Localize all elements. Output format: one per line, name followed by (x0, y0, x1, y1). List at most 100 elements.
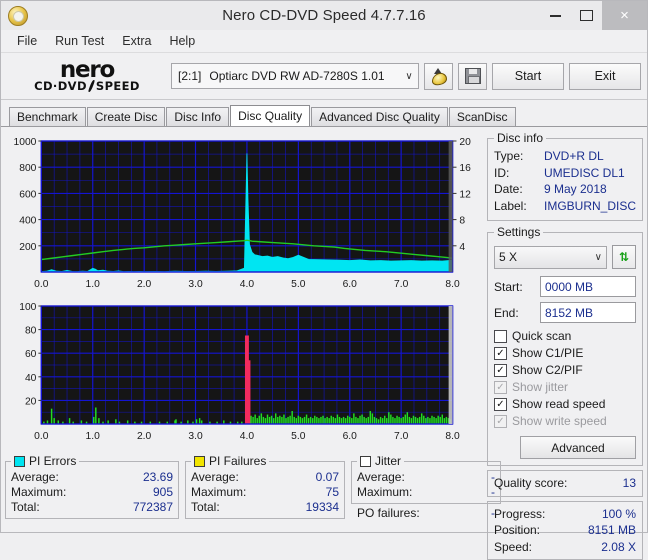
value: UMEDISC DL1 (544, 165, 625, 182)
disc-label-row: Label: IMGBURN_DISC (494, 198, 636, 215)
speed-row: 5 X ∨ ⇅ (494, 245, 636, 269)
menu-item-file[interactable]: File (8, 32, 46, 50)
value: 75 (326, 485, 339, 500)
pi-errors-legend: PI Errors (11, 454, 79, 468)
label: Average: (357, 470, 405, 485)
pi-errors-maximum-row: Maximum: 905 (11, 485, 173, 500)
minimize-button[interactable] (540, 1, 571, 30)
svg-text:100: 100 (19, 302, 36, 313)
advanced-button[interactable]: Advanced (520, 436, 636, 459)
window-controls: × (540, 1, 647, 30)
svg-text:60: 60 (25, 349, 37, 360)
disc-type-row: Type: DVD+R DL (494, 148, 636, 165)
jitter-stats: Jitter Average: - Maximum: - (351, 454, 501, 504)
exit-button[interactable]: Exit (569, 63, 641, 90)
svg-text:200: 200 (19, 242, 36, 253)
tab-disc-info[interactable]: Disc Info (166, 107, 229, 126)
svg-text:4: 4 (459, 242, 465, 253)
svg-text:800: 800 (19, 163, 36, 174)
pi-failures-stats: PI Failures Average: 0.07 Maximum: 75 To… (185, 454, 345, 519)
checkbox-show-c2-pif[interactable]: ✓ Show C2/PIF (494, 362, 636, 379)
logo-tagline-right: SPEED (96, 80, 140, 92)
label: Maximum: (11, 485, 66, 500)
label: ID: (494, 165, 544, 182)
svg-text:5.0: 5.0 (291, 279, 306, 290)
label: Show jitter (512, 379, 568, 396)
menu-item-help[interactable]: Help (160, 32, 204, 50)
pi-failures-plot: 204060801000.01.02.03.04.05.06.07.08.0 (5, 296, 483, 446)
tab-benchmark[interactable]: Benchmark (9, 107, 86, 126)
value: 9 May 2018 (544, 181, 607, 198)
svg-text:1000: 1000 (13, 137, 36, 148)
maximize-button[interactable] (571, 1, 602, 30)
menu-item-extra[interactable]: Extra (113, 32, 160, 50)
jitter-stats-wrap: Jitter Average: - Maximum: - PO failures… (351, 454, 501, 520)
checkbox-show-write-speed: ✓ Show write speed (494, 413, 636, 430)
start-button[interactable]: Start (492, 63, 564, 90)
pi-failures-maximum-row: Maximum: 75 (191, 485, 339, 500)
tab-advanced-disc-quality[interactable]: Advanced Disc Quality (311, 107, 448, 126)
quality-score-label: Quality score: (494, 475, 567, 492)
chevron-down-icon: ∨ (595, 252, 602, 263)
svg-text:3.0: 3.0 (188, 431, 203, 442)
label: Average: (191, 470, 239, 485)
jitter-maximum-row: Maximum: - (357, 485, 495, 500)
pi-failures-total-row: Total: 19334 (191, 500, 339, 515)
pi-errors-plot: 2004006008001000481216200.01.02.03.04.05… (5, 131, 483, 294)
svg-text:4.0: 4.0 (240, 279, 255, 290)
checkbox-checked-icon: ✓ (494, 398, 507, 411)
label: Date: (494, 181, 544, 198)
refresh-drive-button[interactable]: ⇅ (612, 245, 636, 269)
save-button[interactable] (458, 63, 487, 90)
label: Type: (494, 148, 544, 165)
disc-info-legend: Disc info (494, 131, 546, 145)
progress-panel: Progress: 100 % Position: 8151 MB Speed:… (487, 501, 643, 560)
svg-text:0.0: 0.0 (34, 431, 49, 442)
label: Position: (494, 522, 540, 539)
tab-strip: Benchmark Create Disc Disc Info Disc Qua… (1, 106, 647, 126)
svg-text:20: 20 (25, 396, 37, 407)
svg-text:600: 600 (19, 189, 36, 200)
checkbox-checked-icon: ✓ (494, 347, 507, 360)
svg-text:12: 12 (459, 189, 471, 200)
tab-create-disc[interactable]: Create Disc (87, 107, 166, 126)
close-button[interactable]: × (602, 1, 647, 30)
end-input[interactable]: 8152 MB (540, 302, 636, 323)
checkbox-show-c1-pie[interactable]: ✓ Show C1/PIE (494, 345, 636, 362)
eject-button[interactable] (424, 63, 453, 90)
menu-bar: File Run Test Extra Help (1, 30, 647, 53)
menu-item-run-test[interactable]: Run Test (46, 32, 113, 50)
tab-content-disc-quality: 2004006008001000481216200.01.02.03.04.05… (1, 126, 647, 532)
drive-dropdown[interactable]: [2:1] Optiarc DVD RW AD-7280S 1.01 ∨ (171, 63, 419, 89)
value: 100 % (602, 506, 636, 523)
tab-disc-quality[interactable]: Disc Quality (230, 105, 310, 126)
drive-bay-label: [2:1] (178, 69, 201, 83)
minimize-icon (550, 15, 561, 17)
checkbox-show-jitter: ✓ Show jitter (494, 379, 636, 396)
pi-errors-average-row: Average: 23.69 (11, 470, 173, 485)
position-row: Position: 8151 MB (494, 522, 636, 539)
speed-dropdown[interactable]: 5 X ∨ (494, 246, 607, 269)
svg-text:1.0: 1.0 (86, 279, 101, 290)
nero-logo: nero CD·DVD SPEED (7, 55, 167, 97)
maximize-icon (580, 10, 593, 21)
charts-column: 2004006008001000481216200.01.02.03.04.05… (5, 131, 483, 528)
jitter-average-row: Average: - (357, 470, 495, 485)
pi-errors-legend-label: PI Errors (29, 454, 76, 468)
start-input[interactable]: 0000 MB (540, 276, 636, 297)
value: 8151 MB (588, 522, 636, 539)
disc-info-panel: Disc info Type: DVD+R DL ID: UMEDISC DL1… (487, 131, 643, 221)
checkbox-quick-scan[interactable]: Quick scan (494, 328, 636, 345)
label: Show write speed (512, 413, 607, 430)
tab-scandisc[interactable]: ScanDisc (449, 107, 516, 126)
checkbox-show-read-speed[interactable]: ✓ Show read speed (494, 396, 636, 413)
start-field-row: Start: 0000 MB (494, 276, 636, 297)
svg-text:2.0: 2.0 (137, 431, 152, 442)
logo-tagline-left: CD·DVD (34, 80, 87, 92)
svg-text:6.0: 6.0 (343, 279, 358, 290)
eject-disc-icon (431, 68, 447, 84)
progress-row: Progress: 100 % (494, 506, 636, 523)
po-failures-label: PO failures: (357, 506, 420, 520)
close-icon: × (620, 7, 629, 24)
quality-score-row: Quality score: 13 (494, 475, 636, 492)
